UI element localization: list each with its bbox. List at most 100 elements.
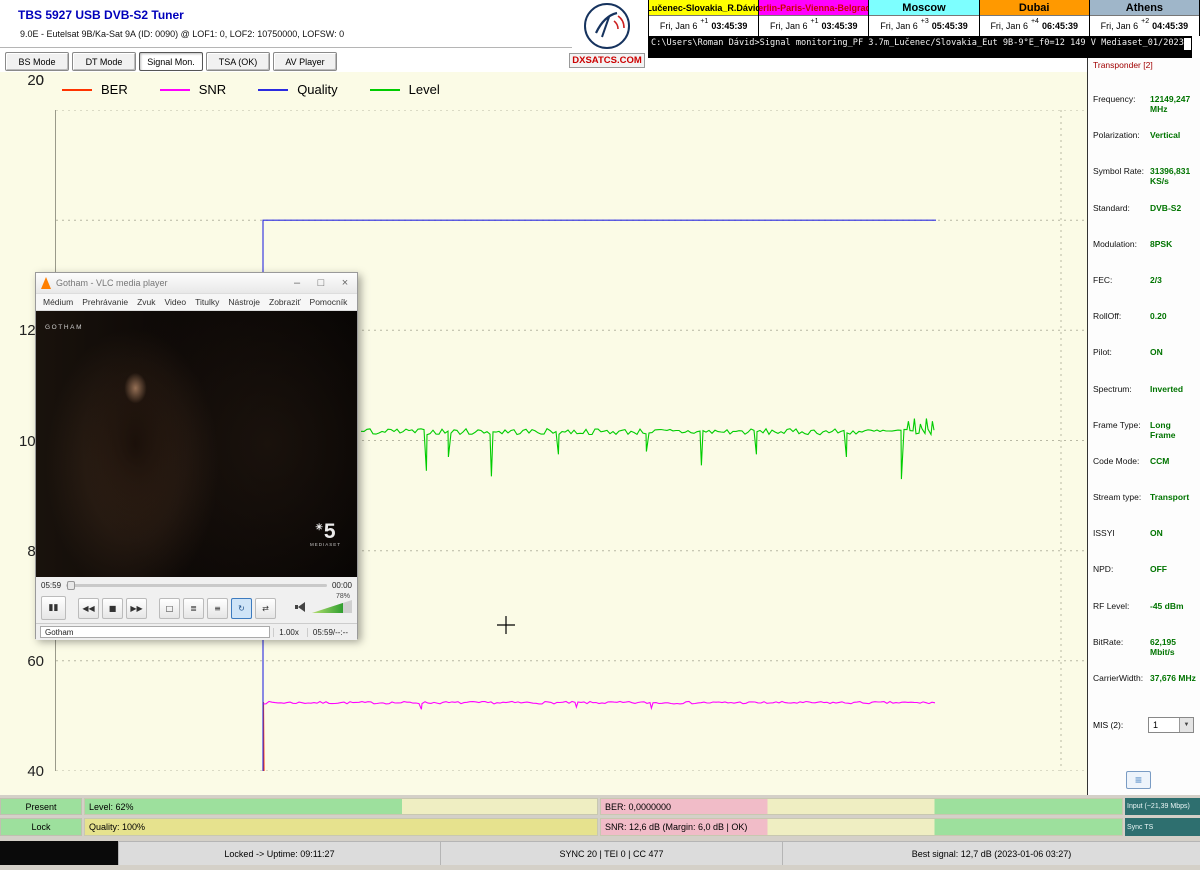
time-status[interactable]: 05:59/--:-- [307,628,353,637]
clock-date: Fri, Jan 6 [1101,21,1139,31]
legend-label: Level [409,82,440,97]
param-row: ISSYI ON [1088,528,1200,564]
y-tick-label: 60 [0,653,44,670]
y-tick-label: 40 [0,763,44,780]
chevron-down-icon[interactable]: ▼ [1179,718,1193,732]
vlc-menu-item[interactable]: Pomocník [310,297,348,307]
mode-tabs: BS Mode DT Mode Signal Mon. TSA (OK) AV … [5,52,337,71]
vlc-window[interactable]: Gotham - VLC media player – □ × Médium P… [35,272,358,639]
previous-button[interactable]: ◀◀ [78,598,99,619]
mode-tab[interactable]: Signal Mon. [139,52,203,71]
next-button[interactable]: ▶▶ [126,598,147,619]
clock-city-label: Dubai [980,0,1089,15]
stop-button[interactable]: ■ [102,598,123,619]
shuffle-button[interactable]: ⇄ [255,598,276,619]
vlc-titlebar[interactable]: Gotham - VLC media player – □ × [36,273,357,294]
command-console[interactable]: C:\Users\Roman Dávid>Signal monitoring_P… [648,36,1192,58]
clock-datetime: Fri, Jan 6 +1 03:45:39 [649,15,758,36]
world-clocks: Lučenec-Slovakia_R.Dávid Fri, Jan 6 +1 0… [648,0,1200,36]
legend-item: Quality [258,82,337,97]
mis-value: 1 [1149,720,1179,730]
param-label: Code Mode: [1093,456,1150,466]
present-badge: Present [0,798,82,815]
quality-bar: Quality: 100% [84,818,598,836]
clock-date: Fri, Jan 6 [880,21,918,31]
seek-slider[interactable] [66,584,327,587]
clock-widget: Dubai Fri, Jan 6 +4 06:45:39 [980,0,1090,36]
param-row: Symbol Rate: 31396,831 KS/s [1088,166,1200,202]
param-value: ON [1150,528,1197,538]
volume-control[interactable]: 78% [295,600,352,616]
mode-tab[interactable]: AV Player [273,52,337,71]
param-label: Polarization: [1093,130,1150,140]
channel-logo-name: MEDIASET [310,542,341,547]
vlc-video-area[interactable]: GOTHAM ✳5 MEDIASET [36,311,357,577]
stream-list-button[interactable]: ≡ [1126,771,1151,789]
param-label: Standard: [1093,203,1150,213]
vlc-menu-item[interactable]: Zvuk [137,297,155,307]
satellite-info: 9.0E - Eutelsat 9B/Ka-Sat 9A (ID: 0090) … [20,29,344,39]
vlc-menu-item[interactable]: Zobraziť [269,297,301,307]
statusbar-corner [0,841,118,865]
param-row: Frame Type: Long Frame [1088,420,1200,456]
legend-swatch [258,89,288,91]
clock-utc-offset: +2 [1141,18,1149,25]
seek-handle[interactable] [67,581,75,590]
param-value: ON [1150,347,1197,357]
vlc-menu-item[interactable]: Prehrávanie [82,297,128,307]
vlc-menu-item[interactable]: Médium [43,297,73,307]
now-playing-field: Gotham [40,626,270,638]
playback-speed[interactable]: 1.00x [273,628,304,637]
clock-widget: Lučenec-Slovakia_R.Dávid Fri, Jan 6 +1 0… [649,0,759,36]
param-label: NPD: [1093,564,1150,574]
y-tick-label: 0 [0,72,44,89]
sync-tei-cc-status: SYNC 20 | TEI 0 | CC 477 [440,841,782,865]
param-row: CarrierWidth: 37,676 MHz [1088,673,1200,709]
param-row: Polarization: Vertical [1088,130,1200,166]
clock-datetime: Fri, Jan 6 +4 06:45:39 [980,15,1089,36]
maximize-button[interactable]: □ [309,273,333,293]
mode-tab[interactable]: BS Mode [5,52,69,71]
vlc-menu-item[interactable]: Titulky [195,297,219,307]
clock-utc-offset: +1 [700,18,708,25]
param-label: CarrierWidth: [1093,673,1150,683]
param-value: Transport [1150,492,1197,502]
param-value: 0.20 [1150,311,1197,321]
vlc-menu-item[interactable]: Nástroje [228,297,260,307]
mis-select[interactable]: 1 ▼ [1148,717,1194,733]
loop-button[interactable]: ↻ [231,598,252,619]
param-row: Frequency: 12149,247 MHz [1088,94,1200,130]
clock-date: Fri, Jan 6 [660,21,698,31]
playlist-button[interactable]: ≡ [207,598,228,619]
remaining-time: 00:00 [332,581,352,590]
param-label: FEC: [1093,275,1150,285]
level-label: Level: 62% [89,799,134,814]
param-value: 12149,247 MHz [1150,94,1197,114]
best-signal-status: Best signal: 12,7 dB (2023-01-06 03:27) [782,841,1200,865]
param-value: Long Frame [1150,420,1197,440]
param-value: OFF [1150,564,1197,574]
param-row: RF Level: -45 dBm [1088,601,1200,637]
param-value: 37,676 MHz [1150,673,1197,683]
close-button[interactable]: × [333,273,357,293]
ber-readout: BER: 0,0000000 [600,798,1123,815]
param-row: Spectrum: Inverted [1088,384,1200,420]
vlc-menu-item[interactable]: Video [165,297,187,307]
param-label: Modulation: [1093,239,1150,249]
speaker-icon[interactable] [295,601,308,612]
legend-label: BER [101,82,128,97]
clock-time: 05:45:39 [932,21,968,31]
vlc-controls: ▮▮ ◀◀ ■ ▶▶ □ ≣ ≡ ↻ ⇄ 78% [36,593,357,623]
satellite-dish-icon [583,2,631,50]
clock-widget: Berlin-Paris-Vienna-Belgrade Fri, Jan 6 … [759,0,869,36]
param-label: Spectrum: [1093,384,1150,394]
legend-label: Quality [297,82,337,97]
mode-tab[interactable]: DT Mode [72,52,136,71]
minimize-button[interactable]: – [285,273,309,293]
extended-settings-button[interactable]: ≣ [183,598,204,619]
fullscreen-button[interactable]: □ [159,598,180,619]
mode-tab[interactable]: TSA (OK) [206,52,270,71]
uptime-status: Locked -> Uptime: 09:11:27 [118,841,440,865]
volume-slider[interactable] [312,600,352,613]
pause-button[interactable]: ▮▮ [41,596,66,620]
